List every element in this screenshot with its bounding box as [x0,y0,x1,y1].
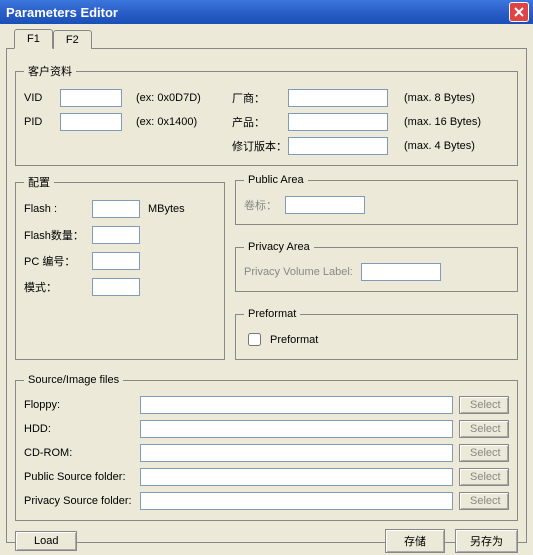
load-button[interactable]: Load [15,531,77,551]
vid-label: VID [24,92,54,104]
pid-hint: (ex: 0x1400) [136,116,226,128]
privacy-source-input[interactable] [140,492,453,510]
public-source-input[interactable] [140,468,453,486]
flash-unit: MBytes [148,203,185,215]
vid-input[interactable] [60,89,122,107]
group-public-area: Public Area 卷标： [235,174,518,225]
floppy-input[interactable] [140,396,453,414]
revision-input[interactable] [288,137,388,155]
window-titlebar: Parameters Editor [0,0,533,24]
group-privacy-area-legend: Privacy Area [244,241,314,253]
mode-label: 模式： [24,279,92,295]
window-title: Parameters Editor [6,5,118,20]
group-config-legend: 配置 [24,174,54,190]
product-hint: (max. 16 Bytes) [404,116,509,128]
group-privacy-area: Privacy Area Privacy Volume Label: [235,241,518,292]
floppy-label: Floppy: [24,399,134,411]
group-customer: 客户资料 VID (ex: 0x0D7D) 厂商： (max. 8 Bytes)… [15,63,518,166]
pc-num-input[interactable] [92,252,140,270]
flash-count-input[interactable] [92,226,140,244]
flash-label: Flash : [24,203,92,215]
close-icon[interactable] [509,2,529,22]
pc-num-label: PC 编号： [24,253,92,269]
vid-hint: (ex: 0x0D7D) [136,92,226,104]
flash-count-label: Flash数量： [24,227,92,243]
hdd-select-button[interactable]: Select [459,420,509,438]
privacy-volume-input[interactable] [361,263,441,281]
pid-label: PID [24,116,54,128]
vendor-hint: (max. 8 Bytes) [404,92,509,104]
group-preformat: Preformat Preformat [235,308,518,360]
preformat-checkbox[interactable] [248,333,261,346]
preformat-checkbox-label: Preformat [270,334,318,346]
revision-hint: (max. 4 Bytes) [404,140,509,152]
group-config: 配置 Flash : MBytes Flash数量： PC 编号： 模式： [15,174,225,360]
pid-input[interactable] [60,113,122,131]
flash-input[interactable] [92,200,140,218]
cdrom-select-button[interactable]: Select [459,444,509,462]
public-volume-input[interactable] [285,196,365,214]
group-customer-legend: 客户资料 [24,63,76,79]
vendor-input[interactable] [288,89,388,107]
product-input[interactable] [288,113,388,131]
public-source-label: Public Source folder: [24,471,134,483]
vendor-label: 厂商： [232,90,282,106]
cdrom-input[interactable] [140,444,453,462]
privacy-volume-label: Privacy Volume Label: [244,266,353,278]
public-source-select-button[interactable]: Select [459,468,509,486]
group-source-legend: Source/Image files [24,374,123,386]
cdrom-label: CD-ROM: [24,447,134,459]
tab-f2[interactable]: F2 [53,30,92,49]
group-source: Source/Image files Floppy: Select HDD: S… [15,374,518,521]
product-label: 产品： [232,114,282,130]
hdd-label: HDD: [24,423,134,435]
hdd-input[interactable] [140,420,453,438]
group-public-area-legend: Public Area [244,174,308,186]
mode-input[interactable] [92,278,140,296]
privacy-source-select-button[interactable]: Select [459,492,509,510]
group-preformat-legend: Preformat [244,308,300,320]
save-button[interactable]: 存储 [385,529,445,553]
save-as-button[interactable]: 另存为 [455,529,518,553]
privacy-source-label: Privacy Source folder: [24,495,134,507]
public-volume-label: 卷标： [244,197,277,213]
floppy-select-button[interactable]: Select [459,396,509,414]
tab-f1[interactable]: F1 [14,29,53,49]
revision-label: 修订版本： [232,138,282,154]
